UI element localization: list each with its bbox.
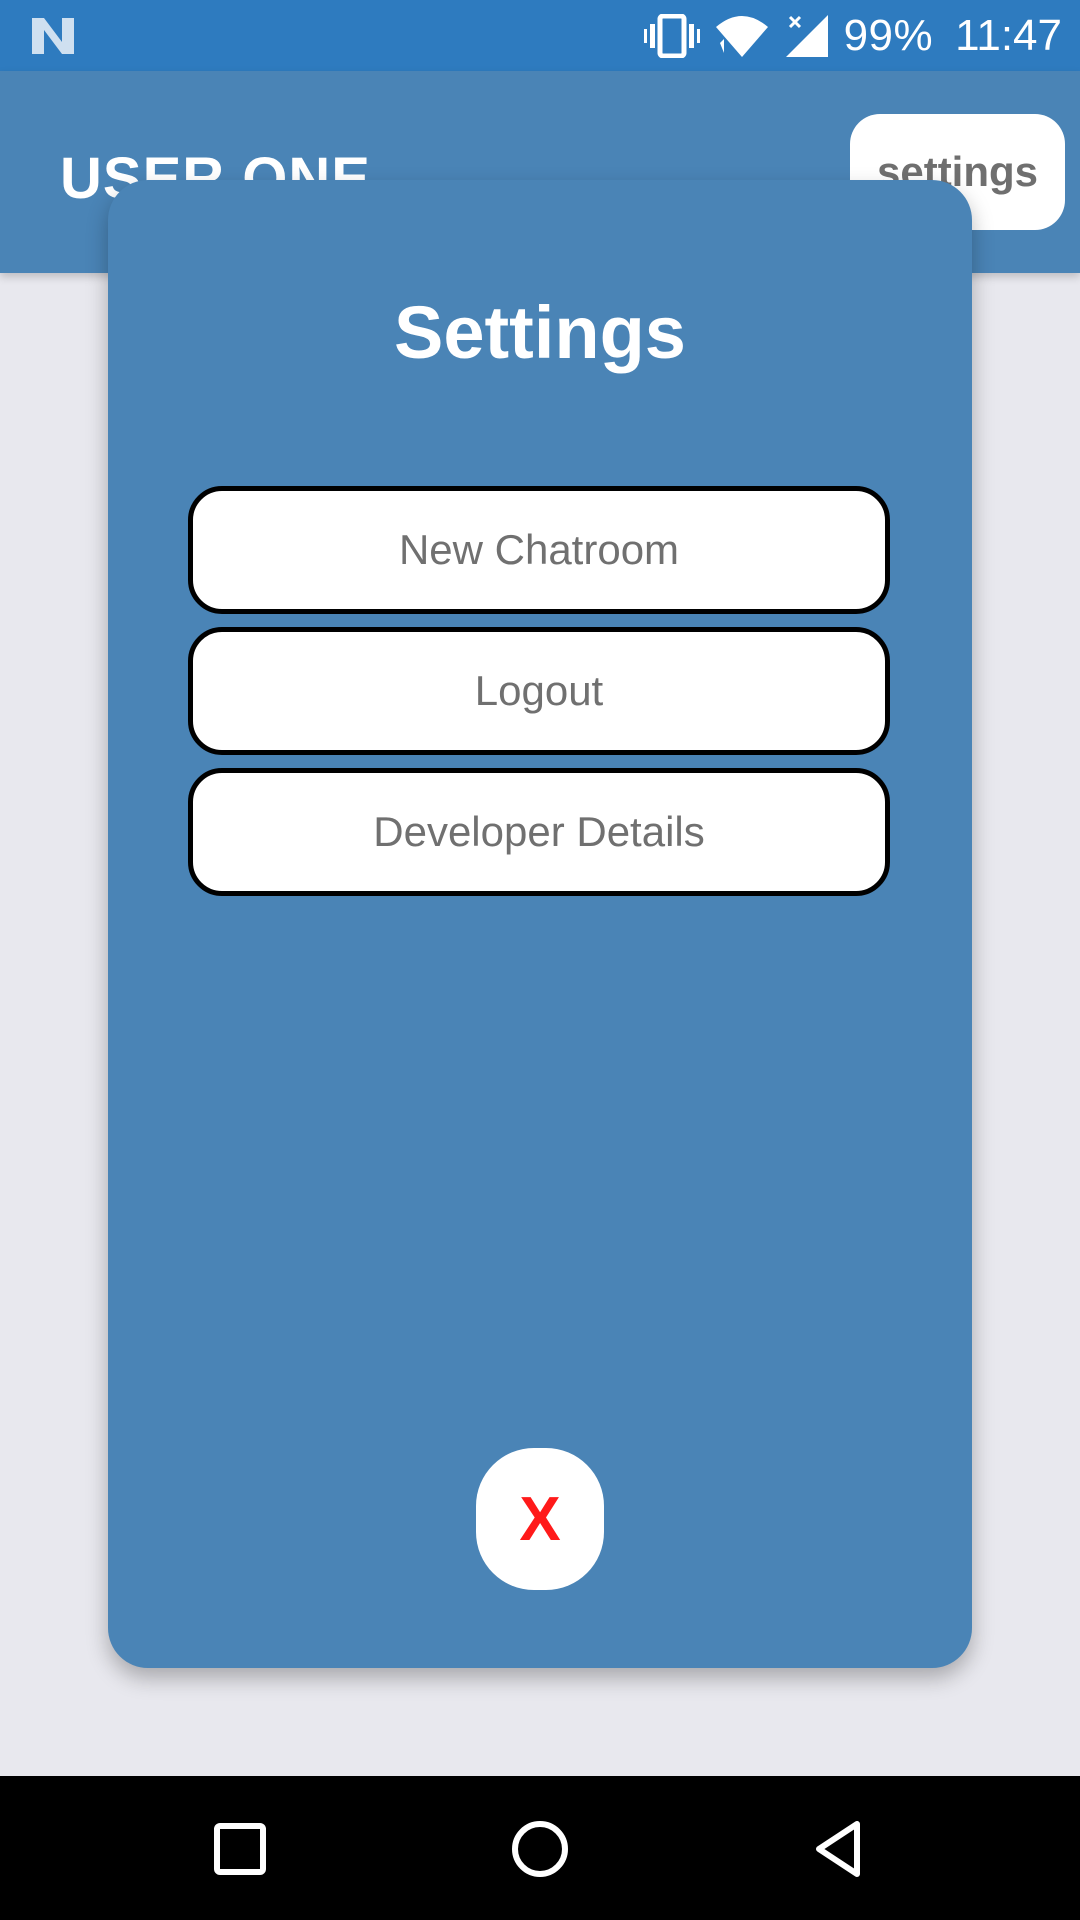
wifi-icon <box>715 15 768 57</box>
logout-button[interactable]: Logout <box>188 627 890 755</box>
status-bar: 99% 11:47 <box>0 0 1080 71</box>
home-icon[interactable] <box>505 1814 575 1884</box>
notification-n-icon <box>32 18 74 54</box>
close-modal-button[interactable]: X <box>476 1448 604 1590</box>
developer-details-button[interactable]: Developer Details <box>188 768 890 896</box>
clock: 11:47 <box>955 10 1062 60</box>
vibrate-icon <box>643 13 700 58</box>
back-icon[interactable] <box>805 1814 875 1884</box>
navigation-bar <box>0 1776 1080 1920</box>
settings-modal: Settings New Chatroom Logout Developer D… <box>108 180 972 1668</box>
modal-title: Settings <box>394 291 686 374</box>
new-chatroom-button[interactable]: New Chatroom <box>188 486 890 614</box>
battery-level: 99% <box>843 10 934 60</box>
recents-icon[interactable] <box>205 1814 275 1884</box>
signal-icon <box>785 14 828 57</box>
